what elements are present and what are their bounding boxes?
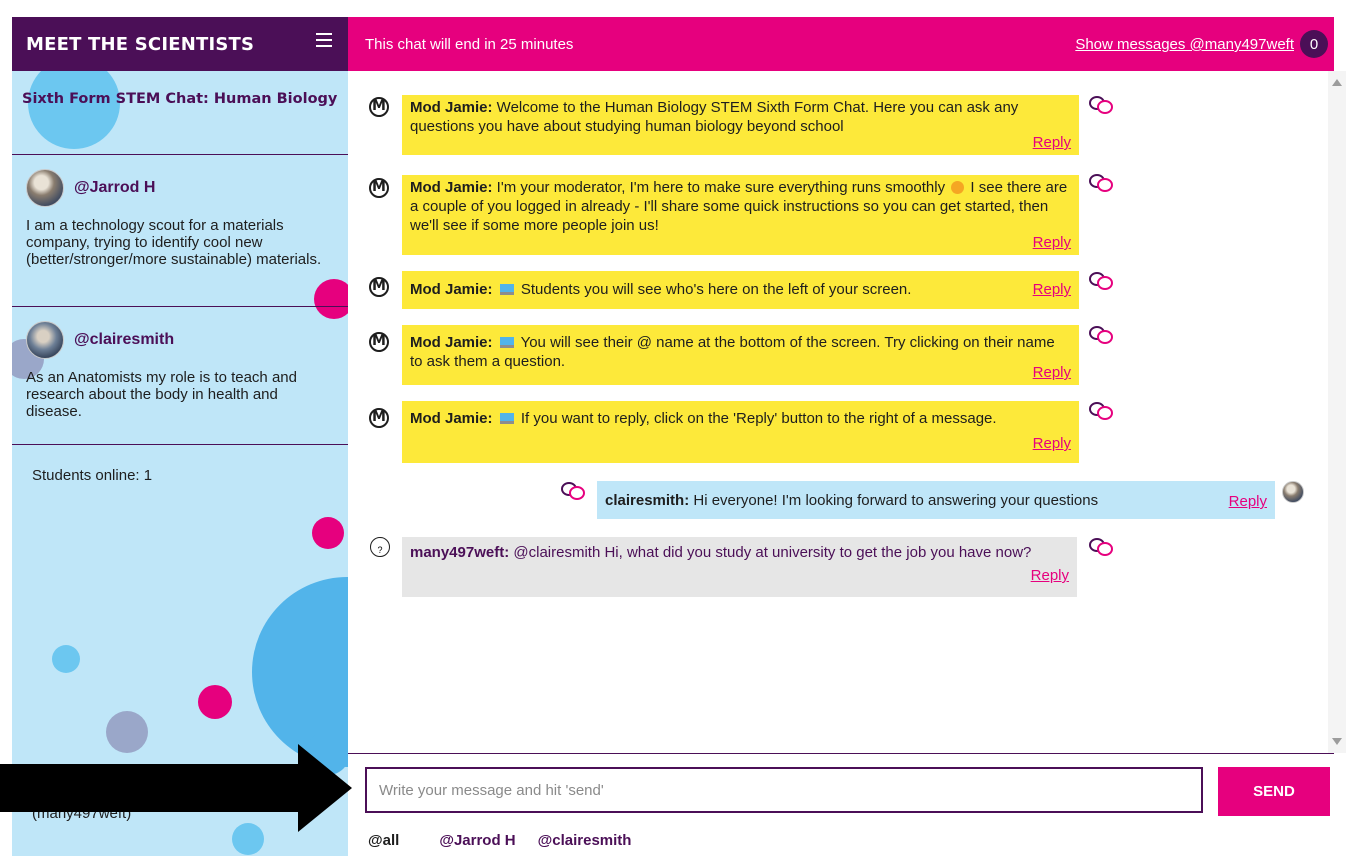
message-text: If you want to reply, click on the 'Repl… — [516, 410, 997, 427]
annotation-arrow-icon — [0, 744, 352, 832]
scientist-name[interactable]: @Jarrod H — [74, 179, 155, 197]
scientist-card-jarrod[interactable]: @Jarrod H I am a technology scout for a … — [12, 155, 348, 307]
laptop-emoji-icon — [499, 413, 514, 424]
sidebar-header: MEET THE SCIENTISTS — [12, 17, 348, 71]
laptop-emoji-icon — [499, 337, 514, 348]
message-count-badge: 0 — [1300, 30, 1328, 58]
moderator-m-icon: M — [368, 177, 390, 199]
message-author: Mod Jamie: — [410, 179, 493, 196]
moderator-m-icon: M — [368, 407, 390, 429]
message-composer: SEND @all @Jarrod H @clairesmith — [348, 753, 1334, 856]
message-list: M Mod Jamie: Welcome to the Human Biolog… — [348, 71, 1328, 753]
mention-all[interactable]: @all — [368, 832, 399, 849]
mention-jarrod-h[interactable]: @Jarrod H — [439, 832, 515, 849]
chat-bubble-icon[interactable] — [1088, 173, 1114, 195]
reply-button[interactable]: Reply — [1033, 280, 1071, 299]
smiley-emoji-icon — [951, 181, 965, 194]
reply-button[interactable]: Reply — [1229, 492, 1267, 511]
send-button[interactable]: SEND — [1218, 767, 1330, 816]
scientist-card-clairesmith[interactable]: @clairesmith As an Anatomists my role is… — [12, 307, 348, 445]
scroll-down-arrow-icon[interactable] — [1332, 738, 1342, 745]
chat-bubble-icon[interactable] — [1088, 95, 1114, 117]
chat-bubble-icon[interactable] — [1088, 271, 1114, 293]
chat-title: Sixth Form STEM Chat: Human Biology — [12, 71, 348, 155]
moderator-m-icon: M — [368, 96, 390, 118]
student-icon: ? — [370, 537, 390, 557]
message-author: Mod Jamie: — [410, 334, 493, 351]
reply-button[interactable]: Reply — [1033, 434, 1071, 453]
chat-timer: This chat will end in 25 minutes — [365, 36, 574, 53]
chat-bubble-icon[interactable] — [1088, 401, 1114, 423]
message-item: Mod Jamie: If you want to reply, click o… — [402, 401, 1079, 463]
scroll-up-arrow-icon[interactable] — [1332, 79, 1342, 86]
message-item: Mod Jamie: Welcome to the Human Biology … — [402, 95, 1079, 155]
moderator-m-icon: M — [368, 276, 390, 298]
message-author: clairesmith: — [605, 492, 690, 509]
avatar — [1282, 481, 1304, 503]
message-author: Mod Jamie: — [410, 410, 493, 427]
mention-shortcuts: @all @Jarrod H @clairesmith — [368, 832, 657, 849]
message-text: Hi everyone! I'm looking forward to answ… — [689, 492, 1099, 509]
chat-bubble-icon[interactable] — [1088, 537, 1114, 559]
avatar — [26, 321, 64, 359]
top-strip — [0, 0, 1346, 17]
chat-bubble-icon[interactable] — [560, 481, 586, 503]
decor-bubble — [52, 645, 80, 673]
scientist-name[interactable]: @clairesmith — [74, 331, 174, 349]
decor-bubble — [198, 685, 232, 719]
message-item: many497weft: @clairesmith Hi, what did y… — [402, 537, 1077, 597]
message-input[interactable] — [365, 767, 1203, 813]
hamburger-menu-icon[interactable] — [316, 33, 332, 49]
message-item: clairesmith: Hi everyone! I'm looking fo… — [597, 481, 1275, 519]
message-text: Welcome to the Human Biology STEM Sixth … — [410, 99, 1019, 135]
message-item: Mod Jamie: I'm your moderator, I'm here … — [402, 175, 1079, 255]
show-messages-link[interactable]: Show messages @many497weft — [1075, 36, 1294, 53]
avatar — [26, 169, 64, 207]
reply-button[interactable]: Reply — [1031, 566, 1069, 585]
message-scrollbar[interactable] — [1328, 71, 1346, 753]
decor-bubble — [312, 517, 344, 549]
scientist-bio: I am a technology scout for a materials … — [26, 217, 322, 268]
message-text: I'm your moderator, I'm here to make sur… — [492, 179, 950, 196]
message-author: Mod Jamie: — [410, 99, 493, 116]
reply-button[interactable]: Reply — [1033, 133, 1071, 152]
message-author: Mod Jamie: — [410, 281, 493, 298]
message-text: @clairesmith Hi, what did you study at u… — [509, 544, 1032, 561]
chat-bubble-icon[interactable] — [1088, 325, 1114, 347]
chat-topbar: This chat will end in 25 minutes Show me… — [348, 17, 1334, 71]
message-text: Students you will see who's here on the … — [516, 281, 912, 298]
message-item: Mod Jamie: Students you will see who's h… — [402, 271, 1079, 309]
students-online: Students online: 1 — [32, 467, 153, 484]
message-author: many497weft: — [410, 544, 510, 561]
reply-button[interactable]: Reply — [1033, 363, 1071, 382]
mention-clairesmith[interactable]: @clairesmith — [538, 832, 632, 849]
sidebar: MEET THE SCIENTISTS Sixth Form STEM Chat… — [12, 17, 348, 856]
scientist-bio: As an Anatomists my role is to teach and… — [26, 369, 297, 420]
brand-logo: MEET THE SCIENTISTS — [26, 33, 255, 55]
message-item: Mod Jamie: You will see their @ name at … — [402, 325, 1079, 385]
laptop-emoji-icon — [499, 284, 514, 295]
moderator-m-icon: M — [368, 331, 390, 353]
reply-button[interactable]: Reply — [1033, 233, 1071, 252]
